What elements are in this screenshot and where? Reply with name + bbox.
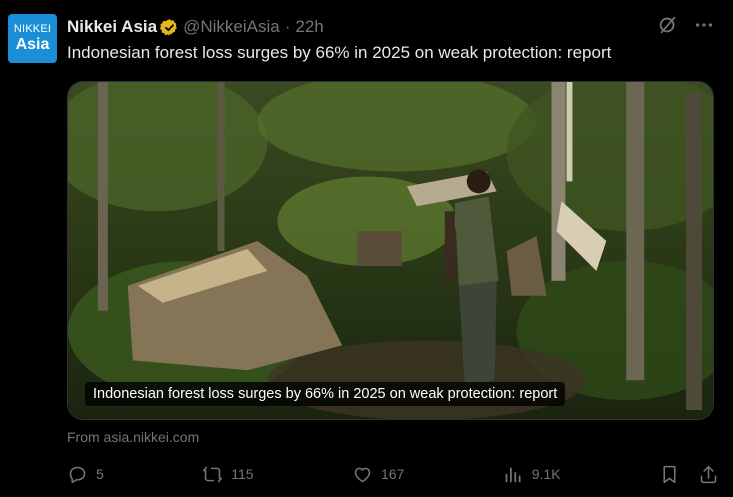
action-bar: 5 115 167 9.1K	[67, 460, 719, 488]
avatar-line1: NIKKEI	[13, 23, 52, 35]
repost-count: 115	[231, 466, 254, 482]
avatar-line2: Asia	[15, 36, 50, 53]
like-count: 167	[380, 466, 405, 482]
like-button[interactable]: 167	[352, 464, 404, 485]
bookmark-icon[interactable]	[659, 464, 680, 485]
verified-badge-icon	[160, 18, 177, 36]
link-card[interactable]: Indonesian forest loss surges by 66% in …	[67, 81, 714, 420]
repost-icon	[203, 466, 223, 482]
reply-button[interactable]: 5	[67, 464, 104, 485]
more-icon[interactable]	[693, 14, 715, 36]
card-source[interactable]: From asia.nikkei.com	[67, 429, 199, 445]
reply-icon	[69, 466, 86, 483]
handle[interactable]: @NikkeiAsia	[183, 17, 280, 37]
reply-count: 5	[96, 466, 104, 482]
display-name[interactable]: Nikkei Asia	[67, 17, 157, 37]
right-actions	[659, 464, 719, 485]
top-icons	[657, 14, 715, 36]
article-image	[68, 82, 713, 419]
heart-icon	[354, 467, 371, 482]
repost-button[interactable]: 115	[202, 464, 254, 485]
timestamp[interactable]: 22h	[295, 17, 323, 37]
views-icon	[505, 467, 521, 482]
tweet-header: Nikkei Asia @NikkeiAsia · 22h	[67, 16, 324, 38]
separator: ·	[284, 17, 291, 36]
card-caption: Indonesian forest loss surges by 66% in …	[85, 382, 566, 406]
grok-icon[interactable]	[657, 14, 679, 36]
avatar[interactable]: NIKKEI Asia	[8, 14, 57, 63]
views-count: 9.1K	[531, 466, 561, 482]
share-icon[interactable]	[698, 464, 719, 485]
tweet-text: Indonesian forest loss surges by 66% in …	[67, 43, 612, 62]
views-button[interactable]: 9.1K	[503, 464, 561, 485]
